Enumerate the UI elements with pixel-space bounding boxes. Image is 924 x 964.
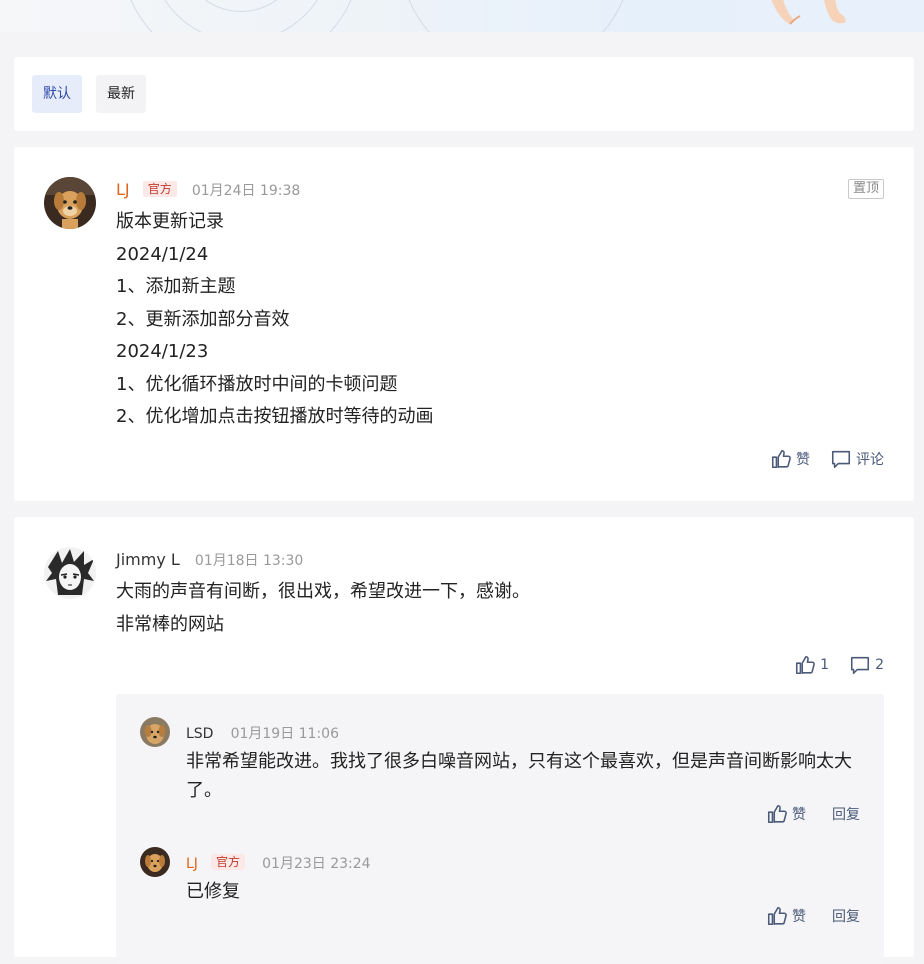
header-banner (0, 0, 924, 32)
thumb-up-icon (767, 906, 787, 926)
post-time: 01月24日 19:38 (191, 183, 301, 199)
comment-icon (851, 656, 870, 675)
dog-avatar-icon (44, 177, 96, 229)
reply-meta: LJ 官方 01月23日 23:24 (186, 853, 371, 873)
content-line: 1、添加新主题 (116, 276, 236, 297)
thumb-up-icon (771, 449, 791, 469)
content-line: 2、更新添加部分音效 (116, 308, 290, 330)
reply-time: 01月19日 11:06 (230, 726, 339, 742)
anime-avatar-icon (44, 547, 96, 599)
content-line: 2024/1/24 (116, 243, 209, 265)
reply-actions: 赞 回复 (766, 803, 860, 825)
tab-latest[interactable]: 最新 (96, 75, 146, 113)
post-content: 大雨的声音有间断，很出戏，希望改进一下，感谢。 非常棒的网站 (116, 576, 530, 641)
reply-label: 回复 (832, 807, 860, 823)
banner-illustration (771, 0, 846, 25)
post-actions: 赞 评论 (770, 448, 884, 470)
reply-list: LSD 01月19日 11:06 非常希望能改进。我找了很多白噪音网站，只有这个… (116, 694, 884, 964)
post-time: 01月18日 13:30 (194, 553, 304, 569)
sort-tabs-card: 默认 最新 (14, 57, 914, 131)
banner-decoration (400, 0, 632, 32)
post-meta: LJ 官方 01月24日 19:38 (116, 180, 300, 200)
comment-count: 2 (875, 657, 884, 673)
reply-time: 01月23日 23:24 (262, 856, 371, 872)
thumb-up-icon (796, 655, 816, 675)
like-count: 1 (820, 657, 830, 673)
comment-label: 评论 (856, 452, 884, 468)
comment-button[interactable]: 评论 (830, 448, 884, 470)
content-line: 大雨的声音有间断，很出戏，希望改进一下，感谢。 (116, 581, 530, 602)
reply-button[interactable]: 回复 (828, 906, 860, 926)
dog-avatar-icon (140, 847, 170, 877)
content-line: 2、优化增加点击按钮播放时等待的动画 (116, 406, 434, 427)
reply-actions: 赞 回复 (766, 905, 860, 927)
comment-button[interactable]: 2 (849, 654, 884, 676)
like-button[interactable]: 赞 (766, 905, 806, 927)
post-meta: Jimmy L 01月18日 13:30 (116, 550, 303, 570)
pinned-badge: 置顶 (847, 179, 884, 199)
post-card: Jimmy L 01月18日 13:30 大雨的声音有间断，很出戏，希望改进一下… (14, 517, 914, 964)
like-button[interactable]: 赞 (770, 448, 810, 470)
reply-button[interactable]: 回复 (828, 804, 860, 824)
avatar[interactable] (140, 847, 170, 877)
like-button[interactable]: 赞 (766, 803, 806, 825)
like-button[interactable]: 1 (794, 654, 829, 676)
content-line: 非常棒的网站 (116, 613, 224, 635)
post-actions: 1 2 (794, 654, 884, 676)
reply-text: 非常希望能改进。我找了很多白噪音网站，只有这个最喜欢，但是声音间断影响太大了。 (186, 751, 852, 801)
avatar[interactable] (44, 177, 96, 229)
reply-author-name[interactable]: LJ (186, 856, 198, 872)
reply-text: 已修复 (186, 881, 240, 902)
reply-meta: LSD 01月19日 11:06 (186, 723, 339, 743)
post-card: LJ 官方 01月24日 19:38 置顶 版本更新记录 2024/1/24 1… (14, 147, 914, 501)
content-line: 1、优化循环播放时中间的卡顿问题 (116, 373, 398, 395)
reply-author-name[interactable]: LSD (186, 726, 213, 742)
thumb-up-icon (767, 804, 787, 824)
content-line: 2024/1/23 (116, 341, 209, 362)
dog-avatar-icon (140, 717, 170, 747)
avatar[interactable] (140, 717, 170, 747)
like-label: 赞 (792, 909, 806, 925)
like-label: 赞 (792, 807, 806, 823)
reply-label: 回复 (832, 909, 860, 925)
like-label: 赞 (796, 452, 810, 468)
tab-default[interactable]: 默认 (32, 75, 82, 113)
official-badge: 官方 (142, 181, 177, 197)
author-name[interactable]: LJ (116, 180, 130, 199)
comment-icon (831, 450, 851, 469)
avatar[interactable] (44, 547, 96, 599)
official-badge: 官方 (211, 854, 246, 870)
content-line: 版本更新记录 (116, 211, 224, 232)
post-content: 版本更新记录 2024/1/24 1、添加新主题 2、更新添加部分音效 2024… (116, 206, 433, 434)
author-name[interactable]: Jimmy L (116, 550, 180, 569)
